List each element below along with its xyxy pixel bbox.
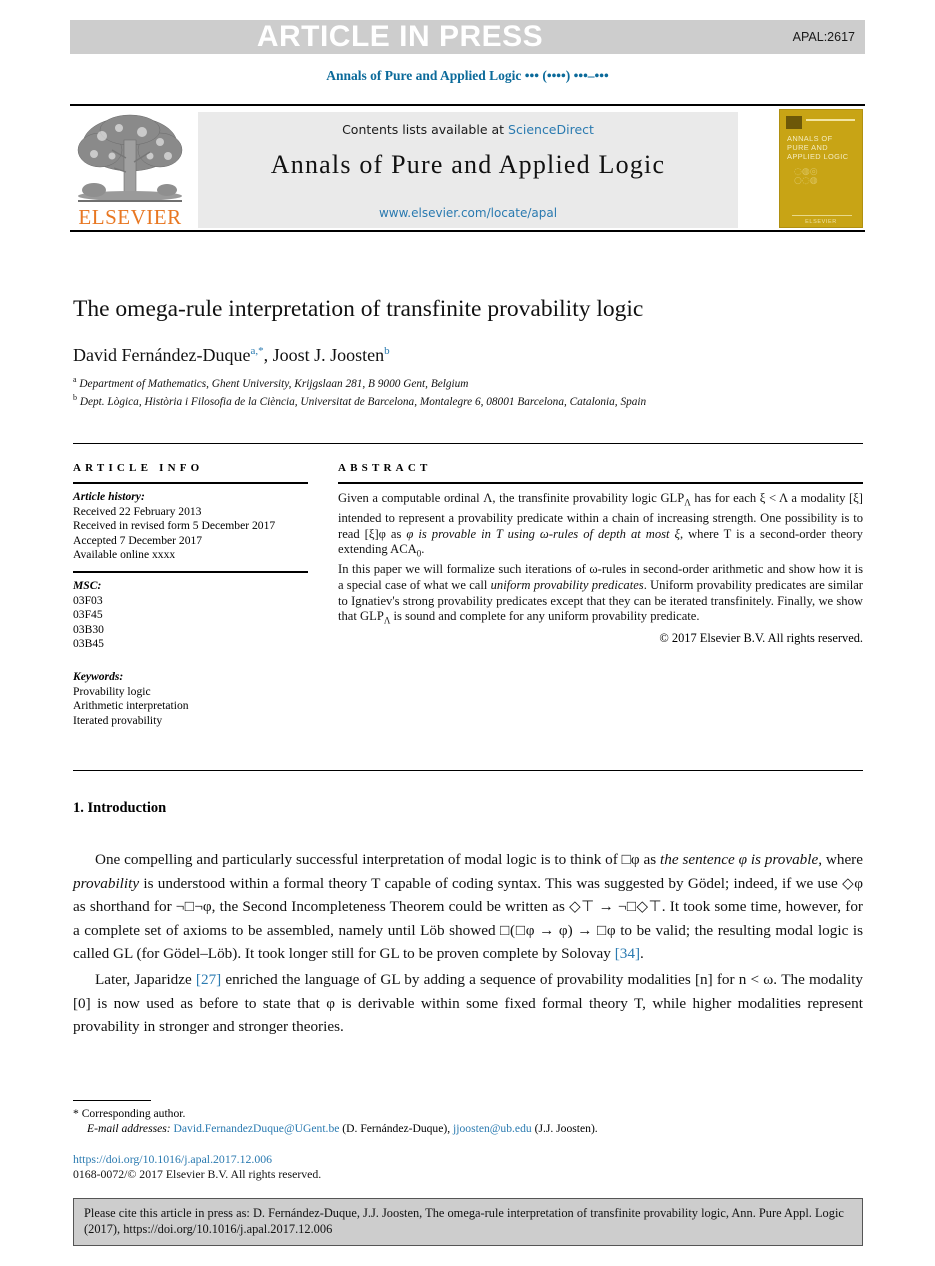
affiliation-b: b Dept. Lògica, Història i Filosofia de … xyxy=(73,391,773,409)
footnote-block: * Corresponding author. E-mail addresses… xyxy=(73,1106,863,1137)
elsevier-logo: ELSEVIER xyxy=(72,110,188,230)
history-item: Received in revised form 5 December 2017 xyxy=(73,519,276,533)
email-owner-1: (D. Fernández-Duque), xyxy=(342,1122,451,1136)
affiliation-a-text: Department of Mathematics, Ghent Univers… xyxy=(79,377,469,390)
cover-title: ANNALS OF PURE AND APPLIED LOGIC xyxy=(787,134,849,162)
contents-label: Contents lists available at xyxy=(342,122,509,137)
issn-copyright-line: 0168-0072/© 2017 Elsevier B.V. All right… xyxy=(73,1167,322,1181)
msc-label: MSC: xyxy=(73,578,102,592)
msc-item: 03F03 xyxy=(73,593,103,607)
sciencedirect-link[interactable]: ScienceDirect xyxy=(508,122,594,137)
doi-link[interactable]: https://doi.org/10.1016/j.apal.2017.12.0… xyxy=(73,1152,272,1167)
article-history-block: Article history: Received 22 February 20… xyxy=(73,490,308,563)
msc-block: MSC: 03F03 03F45 03B30 03B45 xyxy=(73,579,308,652)
article-info-heading: ARTICLE INFO xyxy=(73,462,204,474)
paragraph-1: One compelling and particularly successf… xyxy=(73,851,863,963)
journal-masthead: ELSEVIER Contents lists available at Sci… xyxy=(70,104,865,232)
email-owner-2: (J.J. Joosten). xyxy=(534,1122,598,1136)
history-item: Accepted 7 December 2017 xyxy=(73,533,203,547)
abstract-paragraph-1: Given a computable ordinal Λ, the transf… xyxy=(338,491,863,559)
corresponding-text: Corresponding author. xyxy=(81,1107,186,1120)
history-item: Received 22 February 2013 xyxy=(73,504,202,518)
affiliation-b-marker: b xyxy=(73,392,77,402)
section-heading-introduction: 1. Introduction xyxy=(73,800,167,816)
cover-footer-label: ELSEVIER xyxy=(805,219,837,225)
msc-item: 03B45 xyxy=(73,637,104,651)
running-head: Annals of Pure and Applied Logic ••• (••… xyxy=(326,68,609,83)
keywords-block: Keywords: Provability logic Arithmetic i… xyxy=(73,670,308,728)
affiliation-a: a Department of Mathematics, Ghent Unive… xyxy=(73,373,773,391)
introduction-body: One compelling and particularly successf… xyxy=(73,848,863,1041)
history-item: Available online xxxx xyxy=(73,548,176,562)
keywords-label: Keywords: xyxy=(73,669,124,683)
affiliations: a Department of Mathematics, Ghent Unive… xyxy=(73,373,773,409)
abstract-paragraph-2: In this paper we will formalize such ite… xyxy=(338,562,863,626)
author-1-affil-marker[interactable]: a,* xyxy=(250,345,263,357)
affiliation-a-marker: a xyxy=(73,375,77,384)
author-2-name: , Joost J. Joosten xyxy=(263,345,385,365)
article-history-label: Article history: xyxy=(73,490,145,503)
abstract-column: ABSTRACT Given a computable ordinal Λ, t… xyxy=(338,462,863,646)
keyword-item: Iterated provability xyxy=(73,713,163,727)
journal-title: Annals of Pure and Applied Logic xyxy=(270,150,666,179)
email-label: E-mail addresses: xyxy=(87,1122,171,1136)
footnote-rule xyxy=(73,1100,151,1101)
email-link-2[interactable]: jjoosten@ub.edu xyxy=(453,1122,532,1135)
abstract-heading: ABSTRACT xyxy=(338,462,432,474)
paragraph-2: Later, Japaridze [27] enriched the langu… xyxy=(73,970,863,1036)
cover-artwork: ◌◍◎ ○◌◍ xyxy=(794,167,818,186)
cite-this-article-box: Please cite this article in press as: D.… xyxy=(73,1198,863,1247)
article-in-press-banner: ARTICLE IN PRESS APAL:2617 xyxy=(70,20,865,54)
keyword-item: Arithmetic interpretation xyxy=(73,699,189,713)
page-title: The omega-rule interpretation of transfi… xyxy=(73,296,644,322)
keyword-item: Provability logic xyxy=(73,684,151,698)
msc-item: 03F45 xyxy=(73,608,103,622)
author-2-affil-marker[interactable]: b xyxy=(384,345,390,357)
affiliation-b-text: Dept. Lògica, Història i Filosofia de la… xyxy=(79,395,647,408)
article-info-rule xyxy=(73,482,308,484)
corresponding-author-note: * Corresponding author. xyxy=(73,1106,863,1121)
sciencedirect-box: Contents lists available at ScienceDirec… xyxy=(198,112,738,228)
email-note: E-mail addresses: David.FernandezDuque@U… xyxy=(73,1121,863,1136)
divider-above-info xyxy=(73,443,863,444)
article-info-column: ARTICLE INFO Article history: Received 2… xyxy=(73,462,308,728)
msc-item: 03B30 xyxy=(73,622,104,636)
contents-line: Contents lists available at ScienceDirec… xyxy=(198,122,738,137)
journal-cover-thumbnail: ANNALS OF PURE AND APPLIED LOGIC ◌◍◎ ○◌◍ … xyxy=(779,109,863,228)
corresponding-marker: * xyxy=(73,1107,79,1120)
article-page: ARTICLE IN PRESS APAL:2617 Annals of Pur… xyxy=(0,0,935,1266)
email-link-1[interactable]: David.FernandezDuque@UGent.be xyxy=(174,1122,340,1135)
abstract-rule xyxy=(338,482,863,484)
cover-footer-rule xyxy=(792,215,852,216)
elsevier-tree-icon xyxy=(77,114,183,202)
cover-publisher-badge xyxy=(786,116,802,129)
cover-rule xyxy=(806,119,855,121)
divider-below-abstract xyxy=(73,770,863,771)
journal-homepage-link[interactable]: www.elsevier.com/locate/apal xyxy=(198,206,738,220)
msc-rule xyxy=(73,570,308,573)
article-in-press-label: ARTICLE IN PRESS xyxy=(256,20,544,53)
author-list: David Fernández-Duquea,*, Joost J. Joost… xyxy=(73,345,863,366)
abstract-copyright: © 2017 Elsevier B.V. All rights reserved… xyxy=(659,631,863,646)
manuscript-code: APAL:2617 xyxy=(792,30,855,44)
elsevier-wordmark: ELSEVIER xyxy=(78,205,182,229)
author-1-name: David Fernández-Duque xyxy=(73,345,251,365)
